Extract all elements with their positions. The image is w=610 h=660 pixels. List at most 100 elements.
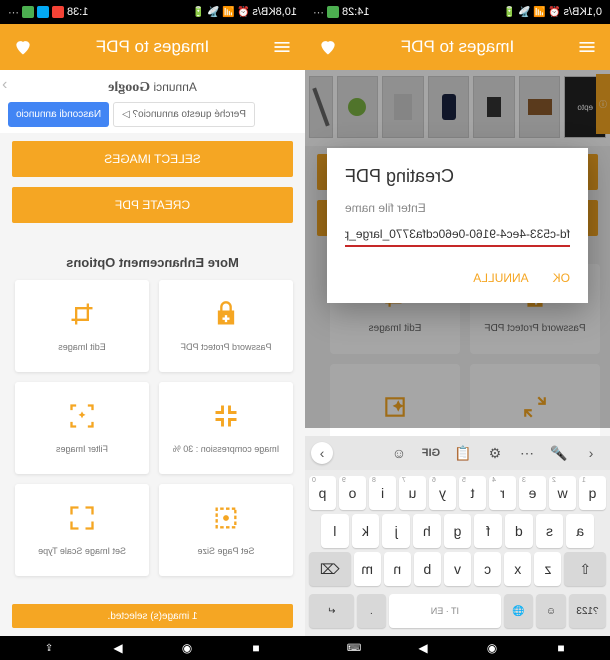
key-s[interactable]: s bbox=[536, 514, 564, 548]
ad-banner: › Annunci Google Perché questo annuncio?… bbox=[0, 70, 305, 133]
card-label: Image compression : 30 % bbox=[169, 444, 284, 454]
nav-bar: ■ ◉ ▶ ⌨ bbox=[305, 636, 610, 660]
create-pdf-dialog: Creating PDF Enter file name OK ANNULLA bbox=[327, 148, 588, 303]
key-m[interactable]: m bbox=[354, 552, 381, 586]
chevron-left-icon[interactable]: ‹ bbox=[578, 441, 604, 465]
keyboard-toolbar: ‹ 🎤 ⋯ ⚙ 📋 GIF ☺ › bbox=[305, 436, 610, 470]
globe-key[interactable]: 🌐 bbox=[504, 594, 534, 628]
key-f[interactable]: f bbox=[474, 514, 502, 548]
sparkle-frame-icon bbox=[68, 402, 96, 436]
app-title: Images to PDF bbox=[34, 37, 271, 57]
net-speed: 10,8KB/s bbox=[252, 6, 297, 18]
key-o[interactable]: o9 bbox=[339, 476, 366, 510]
nav-keyboard-icon[interactable]: ⌨ bbox=[334, 643, 374, 654]
nav-back[interactable]: ▶ bbox=[403, 641, 443, 655]
app-title: Images to PDF bbox=[339, 37, 576, 57]
card-password-protect[interactable]: Password Protect PDF bbox=[159, 280, 293, 372]
card-edit-images[interactable]: Edit Images bbox=[15, 280, 149, 372]
status-bar: 0,1KB/s ⏰ 📶 📡 🔋 14:28 ⋯ bbox=[305, 0, 610, 24]
more-icon[interactable]: ⋯ bbox=[514, 441, 540, 465]
period-key[interactable]: . bbox=[357, 594, 387, 628]
status-bar: 10,8KB/s ⏰ 📶 📡 🔋 1:38 ⋯ bbox=[0, 0, 305, 24]
shift-key[interactable]: ⇧ bbox=[564, 552, 606, 586]
gif-button[interactable]: GIF bbox=[418, 441, 444, 465]
battery-icon: 🔋 bbox=[192, 6, 204, 18]
dialog-title: Creating PDF bbox=[345, 166, 570, 187]
clipboard-icon[interactable]: 📋 bbox=[450, 441, 476, 465]
key-p[interactable]: p0 bbox=[309, 476, 336, 510]
app-bar: Images to PDF bbox=[0, 24, 305, 70]
app-bar: Images to PDF bbox=[305, 24, 610, 70]
fullscreen-icon bbox=[68, 504, 96, 538]
why-ad-button[interactable]: Perché questo annuncio? ▷ bbox=[113, 102, 255, 127]
nav-recent[interactable]: ■ bbox=[236, 641, 276, 655]
key-g[interactable]: g bbox=[444, 514, 472, 548]
settings-icon[interactable]: ⚙ bbox=[482, 441, 508, 465]
key-v[interactable]: v bbox=[444, 552, 471, 586]
app-badge-icon bbox=[327, 6, 339, 18]
nav-assist-icon[interactable]: ⇪ bbox=[29, 643, 69, 654]
mic-icon[interactable]: 🎤 bbox=[546, 441, 572, 465]
key-x[interactable]: x bbox=[504, 552, 531, 586]
key-d[interactable]: d bbox=[505, 514, 533, 548]
app-badge-icon bbox=[52, 6, 64, 18]
card-page-size[interactable]: Set Page Size bbox=[159, 484, 293, 576]
card-scale-type[interactable]: Set Image Scale Type bbox=[15, 484, 149, 576]
key-y[interactable]: y6 bbox=[429, 476, 456, 510]
menu-icon[interactable] bbox=[576, 36, 598, 58]
left-screenshot: 0,1KB/s ⏰ 📶 📡 🔋 14:28 ⋯ Images to PDF ⓘ bbox=[305, 0, 610, 660]
filename-input[interactable] bbox=[345, 223, 570, 247]
select-images-button[interactable]: SELECT IMAGES bbox=[12, 141, 293, 177]
key-u[interactable]: u7 bbox=[399, 476, 426, 510]
key-h[interactable]: h bbox=[413, 514, 441, 548]
key-b[interactable]: b bbox=[414, 552, 441, 586]
card-label: Set Image Scale Type bbox=[34, 546, 130, 556]
card-label: Edit Images bbox=[54, 342, 110, 352]
key-j[interactable]: j bbox=[382, 514, 410, 548]
key-r[interactable]: r4 bbox=[489, 476, 516, 510]
nav-back[interactable]: ▶ bbox=[98, 641, 138, 655]
key-q[interactable]: q1 bbox=[579, 476, 606, 510]
nav-recent[interactable]: ■ bbox=[541, 641, 581, 655]
wifi-icon: 📡 bbox=[518, 6, 530, 18]
key-a[interactable]: a bbox=[566, 514, 594, 548]
emoji-key[interactable]: ☺ bbox=[536, 594, 566, 628]
nav-bar: ■ ◉ ▶ ⇪ bbox=[0, 636, 305, 660]
card-label: Set Page Size bbox=[193, 546, 258, 556]
signal-icon: 📶 bbox=[222, 6, 234, 18]
key-t[interactable]: t5 bbox=[459, 476, 486, 510]
key-k[interactable]: k bbox=[352, 514, 380, 548]
snackbar: 1 image(s) selected. bbox=[12, 604, 293, 628]
favorite-icon[interactable] bbox=[317, 36, 339, 58]
alarm-icon: ⏰ bbox=[237, 6, 249, 18]
nav-home[interactable]: ◉ bbox=[167, 641, 207, 655]
key-l[interactable]: l bbox=[321, 514, 349, 548]
ok-button[interactable]: OK bbox=[553, 271, 570, 285]
key-c[interactable]: c bbox=[474, 552, 501, 586]
menu-icon[interactable] bbox=[271, 36, 293, 58]
ad-brand: Annunci Google bbox=[8, 80, 297, 96]
chevron-right-icon[interactable]: › bbox=[2, 76, 7, 94]
hide-ad-button[interactable]: Nascondi annuncio bbox=[8, 102, 109, 127]
key-n[interactable]: n bbox=[384, 552, 411, 586]
key-i[interactable]: i8 bbox=[369, 476, 396, 510]
backspace-key[interactable]: ⌫ bbox=[309, 552, 351, 586]
numeric-key[interactable]: ?123 bbox=[569, 594, 606, 628]
keyboard: q1w2e3r4t5y6u7i8o9p0 asdfghjkl ⇧ zxcvbnm… bbox=[305, 470, 610, 636]
cancel-button[interactable]: ANNULLA bbox=[473, 271, 528, 285]
clock: 14:28 bbox=[342, 6, 370, 18]
chevron-right-icon[interactable]: › bbox=[311, 442, 333, 464]
favorite-icon[interactable] bbox=[12, 36, 34, 58]
collapse-icon bbox=[212, 402, 240, 436]
card-filter-images[interactable]: Filter Images bbox=[15, 382, 149, 474]
space-key[interactable]: IT · EN bbox=[389, 594, 500, 628]
card-compression[interactable]: Image compression : 30 % bbox=[159, 382, 293, 474]
sticker-icon[interactable]: ☺ bbox=[386, 441, 412, 465]
create-pdf-button[interactable]: CREATE PDF bbox=[12, 187, 293, 223]
nav-home[interactable]: ◉ bbox=[472, 641, 512, 655]
app-badge-icon bbox=[22, 6, 34, 18]
key-e[interactable]: e3 bbox=[519, 476, 546, 510]
key-w[interactable]: w2 bbox=[549, 476, 576, 510]
key-z[interactable]: z bbox=[534, 552, 561, 586]
enter-key[interactable]: ↵ bbox=[309, 594, 354, 628]
